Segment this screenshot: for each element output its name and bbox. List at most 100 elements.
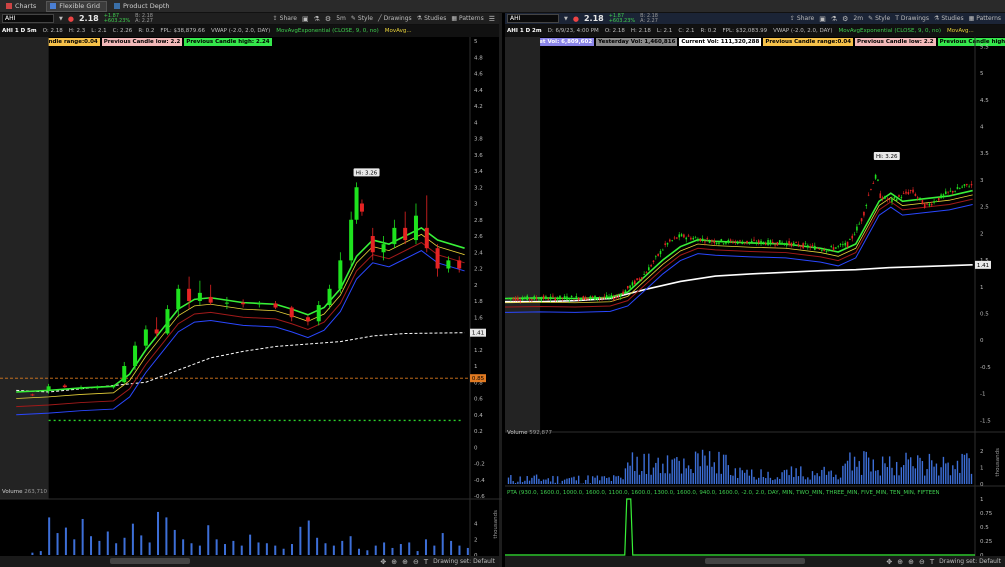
right-candle-down [921, 200, 924, 205]
right-volume-bar [893, 475, 896, 484]
right-volume-bar [587, 475, 589, 484]
right-volume-bar [577, 475, 580, 484]
right-volume-tick-label: 1 [980, 465, 984, 471]
grid-icon [50, 3, 57, 9]
right-candle-down [867, 194, 870, 196]
right-text-icon[interactable]: T [930, 558, 934, 566]
right-zoom-in-icon[interactable]: ⊕ [908, 558, 914, 566]
right-drawing-set[interactable]: Drawing set: Default [939, 558, 1001, 565]
tab-flexible-grid[interactable]: Flexible Grid [46, 0, 107, 12]
left-price-chart[interactable]: 5 4.8 4.6 4.4 4.2 4 3.8 3.6 3.4 3.2 3 2.8 2.6 2.4 2.2 2… [0, 13, 502, 567]
left-volume-bar [140, 535, 143, 555]
right-price-chart[interactable]: 5.554.543.532.521.510.50-0.5-1-1.5Hi: 3.… [505, 13, 1005, 567]
tab-flexible-grid-label: Flexible Grid [59, 2, 100, 10]
right-volume-bar [814, 475, 816, 484]
right-volume-bar [809, 479, 811, 484]
left-zoom-out-icon[interactable]: ⊖ [413, 558, 419, 566]
left-scrollbar-thumb[interactable] [110, 558, 190, 564]
left-ema-fast-line [16, 226, 465, 393]
right-pta-label[interactable]: PTA (930.0, 1600.0, 1000.0, 1600.0, 1100… [507, 490, 939, 496]
right-volume-bar [517, 481, 519, 484]
tab-charts[interactable]: Charts [3, 1, 42, 12]
right-candle-down [591, 296, 594, 298]
right-candle-down [902, 193, 905, 195]
right-volume-bar [832, 477, 835, 484]
right-volume-bar [902, 465, 905, 484]
right-candle-down [652, 260, 655, 263]
right-volume-bar [704, 455, 706, 484]
right-volume-bar [935, 463, 938, 484]
left-zoom-in-icon[interactable]: ⊕ [402, 558, 408, 566]
right-candle-down [795, 242, 797, 243]
right-candle-down [907, 192, 910, 195]
right-zoom-out-icon[interactable]: ⊖ [919, 558, 925, 566]
left-candle-down [289, 307, 294, 318]
right-candle-down [788, 241, 790, 245]
left-candle-up [111, 386, 116, 388]
right-volume-bar [963, 454, 966, 484]
right-candle-down [561, 297, 564, 299]
right-candle-down [832, 247, 835, 250]
right-candle-down [729, 239, 732, 241]
right-volume-bar [589, 483, 592, 484]
right-volume-bar [542, 479, 545, 484]
right-pan-icon[interactable]: ✥ [886, 558, 892, 566]
right-volume-bar [940, 467, 942, 484]
right-candle-down [519, 300, 521, 301]
right-volume-bar [545, 479, 547, 484]
right-candle-up [720, 239, 723, 242]
left-volume-bar [366, 550, 369, 555]
right-volume-bar [645, 473, 648, 484]
right-volume-bar [591, 476, 594, 484]
right-candle-down [669, 239, 671, 242]
right-candle-up [856, 226, 858, 231]
right-candle-up [619, 295, 622, 297]
right-candle-down [706, 238, 709, 240]
left-drawing-set[interactable]: Drawing set: Default [433, 558, 495, 565]
left-volume-bar [64, 527, 67, 555]
left-volume-bar [433, 545, 436, 555]
left-candle-down [370, 236, 375, 253]
left-volume-bar [332, 545, 335, 555]
right-candle-up [956, 187, 959, 190]
left-candle-up [176, 288, 181, 310]
right-candle-up [760, 240, 762, 245]
right-volume-bar [739, 467, 741, 484]
right-candle-down [517, 297, 519, 301]
left-volume-bar [131, 523, 134, 555]
right-y-tick-label: -0.5 [980, 365, 991, 371]
right-candle-down [909, 190, 912, 191]
right-volume-bar [839, 477, 842, 484]
tab-product-depth[interactable]: Product Depth [111, 1, 176, 12]
left-volume-bar [274, 545, 277, 555]
right-volume-bar [795, 468, 797, 484]
right-volume-bar [711, 466, 713, 484]
right-candle-up [893, 197, 896, 199]
right-volume-bar [697, 453, 699, 484]
right-volume-bar [888, 456, 891, 484]
left-crosshair-icon[interactable]: ⊕ [391, 558, 397, 566]
right-candle-down [612, 297, 615, 300]
left-candle-up [197, 292, 202, 301]
left-volume-header: Volume 263,710 [2, 489, 47, 495]
left-candle-down [208, 296, 213, 303]
right-candle-up [680, 234, 683, 237]
right-candle-up [580, 298, 582, 301]
left-hi-label: Hi: 3.26 [356, 170, 378, 176]
right-volume-bar [961, 453, 963, 484]
right-crosshair-icon[interactable]: ⊕ [897, 558, 903, 566]
right-candle-up [792, 242, 795, 245]
right-volume-bar [608, 477, 610, 484]
right-scrollbar-thumb[interactable] [705, 558, 805, 564]
left-y-tick-label: -0.2 [474, 462, 485, 468]
right-candle-up [610, 294, 613, 298]
right-volume-bar [772, 480, 774, 484]
left-text-icon[interactable]: T [424, 558, 428, 566]
right-volume-bar [966, 453, 968, 484]
right-volume-bar [680, 473, 683, 484]
right-candle-up [692, 237, 695, 240]
right-candle-up [510, 298, 512, 300]
right-volume-bar [970, 473, 973, 484]
right-volume-bar [512, 481, 514, 484]
left-pan-icon[interactable]: ✥ [380, 558, 386, 566]
